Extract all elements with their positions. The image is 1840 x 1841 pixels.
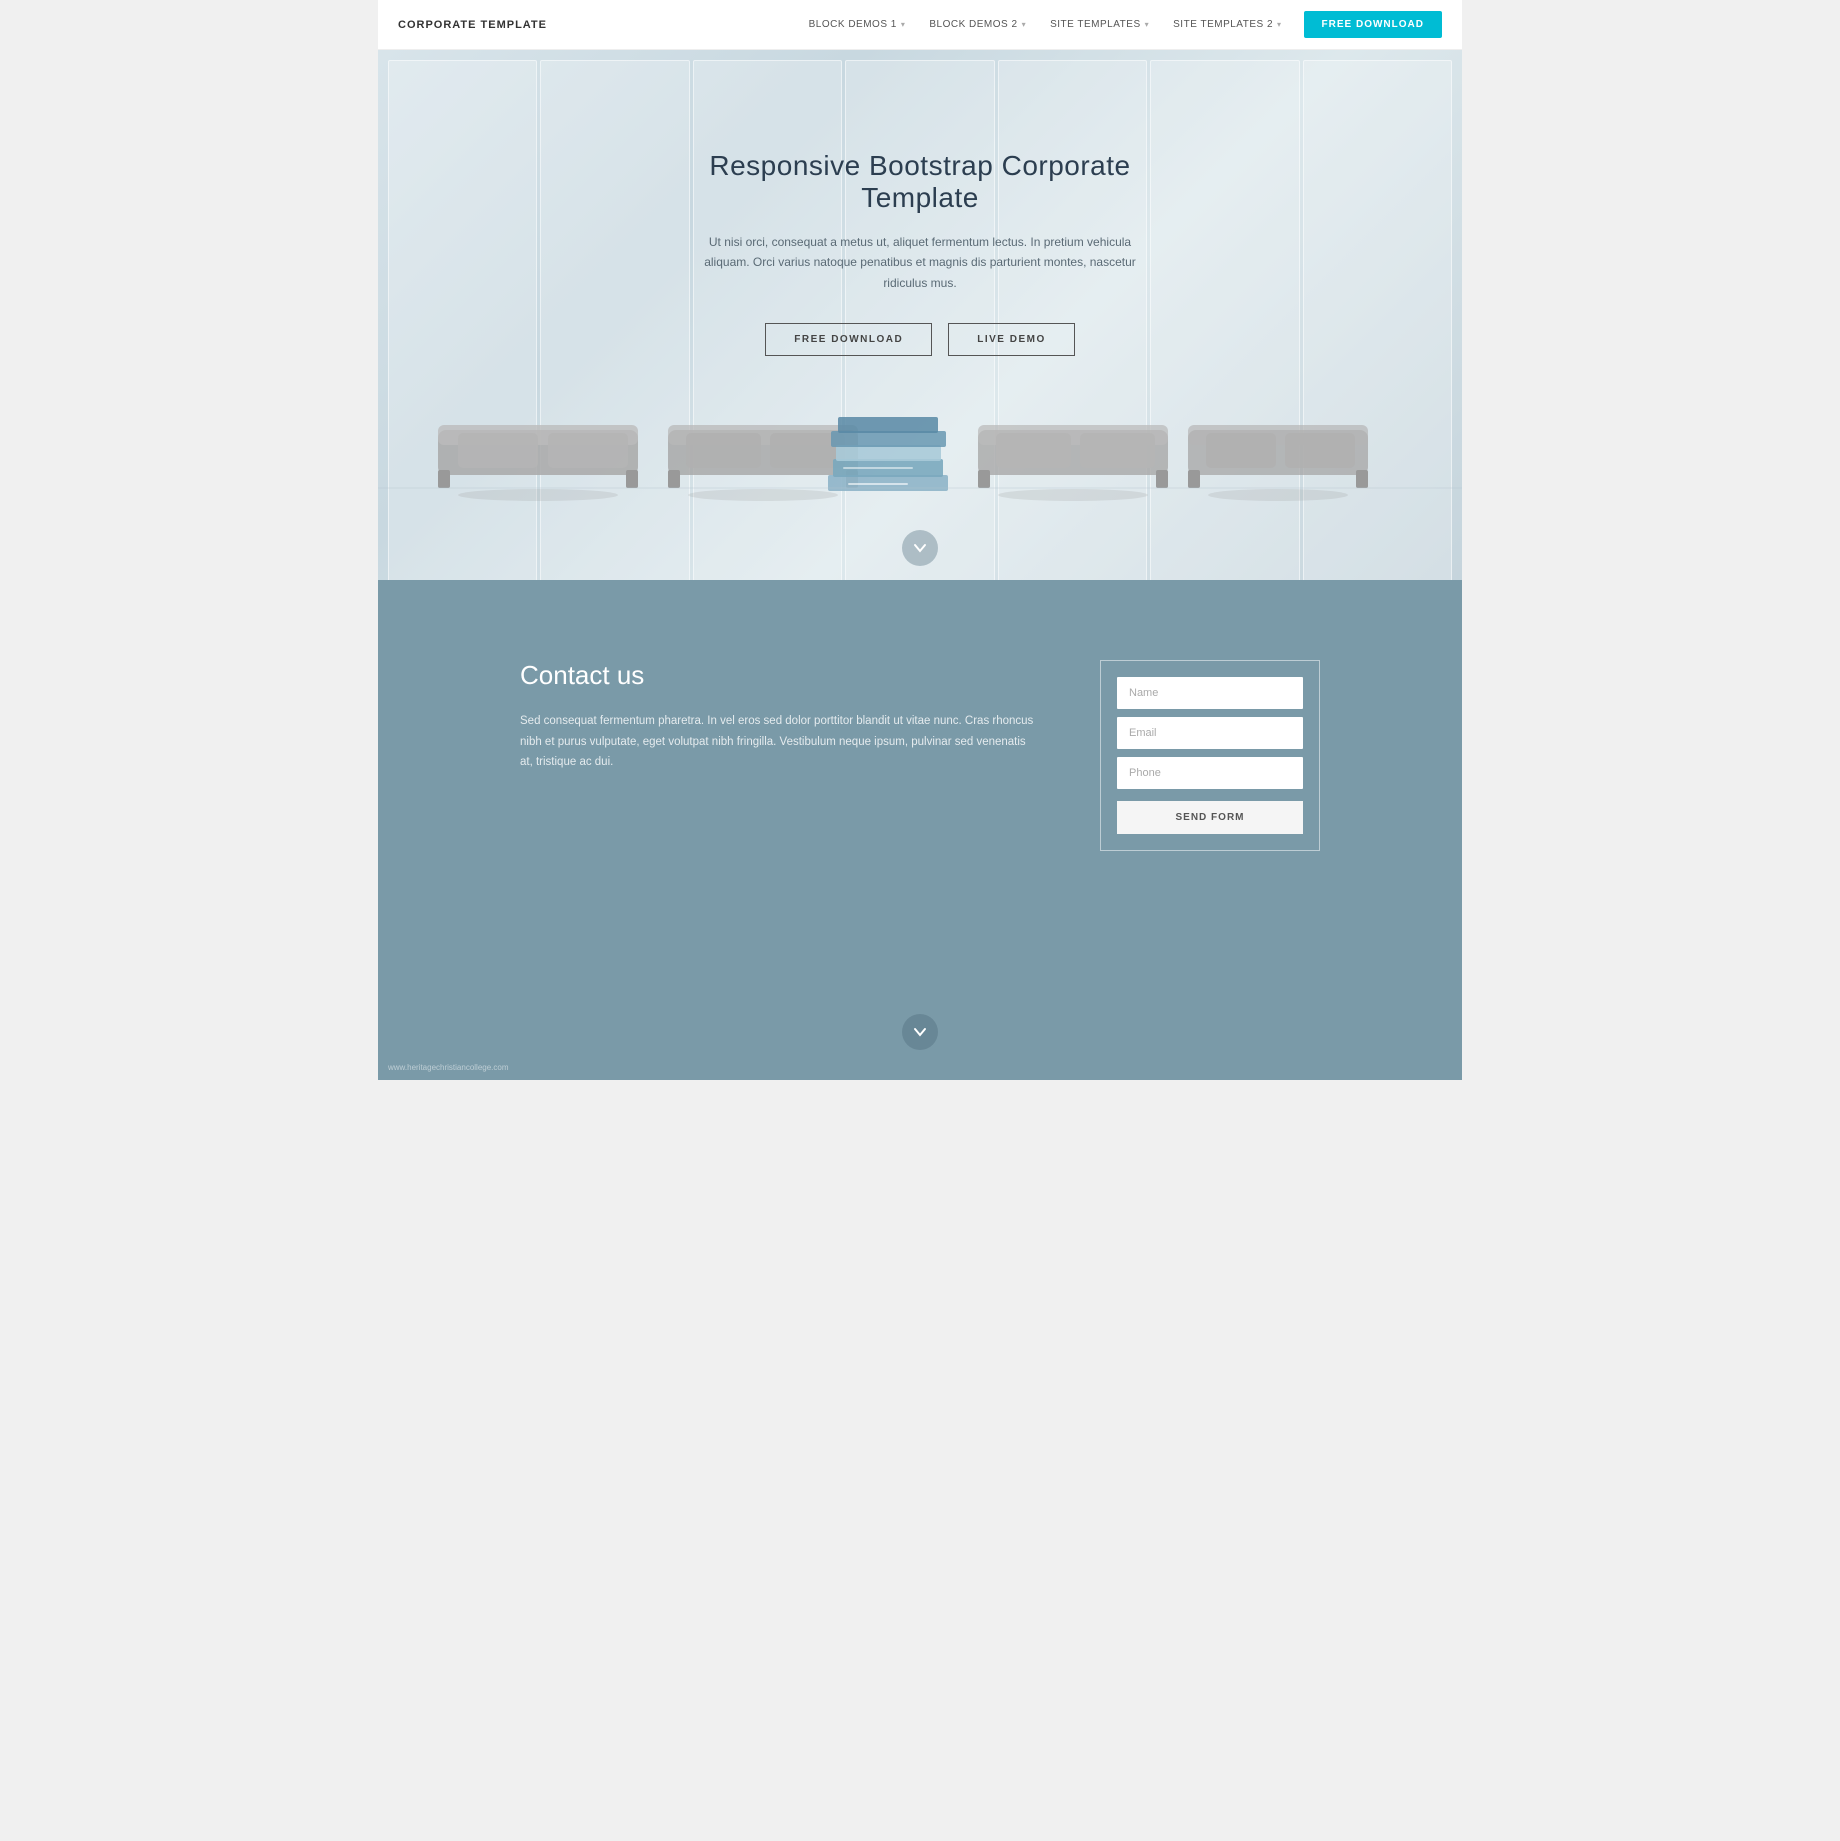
nav-links: BLOCK DEMOS 1 ▾ BLOCK DEMOS 2 ▾ SITE TEM…	[797, 0, 1442, 50]
email-input[interactable]	[1117, 717, 1303, 749]
hero-demo-button[interactable]: LIVE DEMO	[948, 323, 1075, 356]
hero-section: Responsive Bootstrap Corporate Template …	[378, 50, 1462, 580]
contact-title: Contact us	[520, 660, 1040, 691]
nav-item-site-templates-2[interactable]: SITE TEMPLATES 2 ▾	[1161, 0, 1293, 50]
hero-description: Ut nisi orci, consequat a metus ut, aliq…	[690, 232, 1150, 293]
chevron-down-icon: ▾	[1022, 20, 1027, 29]
contact-left: Contact us Sed consequat fermentum phare…	[520, 660, 1040, 773]
hero-title: Responsive Bootstrap Corporate Template	[650, 150, 1190, 214]
nav-label-site-templates: SITE TEMPLATES	[1050, 19, 1141, 30]
brand-logo: CORPORATE TEMPLATE	[398, 19, 547, 31]
hero-content: Responsive Bootstrap Corporate Template …	[650, 150, 1190, 356]
nav-item-site-templates[interactable]: SITE TEMPLATES ▾	[1038, 0, 1161, 50]
nav-item-block-demos-1[interactable]: BLOCK DEMOS 1 ▾	[797, 0, 918, 50]
hero-download-button[interactable]: FREE DOWNLOAD	[765, 323, 932, 356]
contact-form: SEND FORM	[1117, 677, 1303, 834]
hero-scroll-arrow[interactable]	[902, 530, 938, 566]
phone-input[interactable]	[1117, 757, 1303, 789]
nav-label-block-demos-1: BLOCK DEMOS 1	[809, 19, 897, 30]
navbar: CORPORATE TEMPLATE BLOCK DEMOS 1 ▾ BLOCK…	[378, 0, 1462, 50]
hero-buttons: FREE DOWNLOAD LIVE DEMO	[650, 323, 1190, 356]
contact-form-container: SEND FORM	[1100, 660, 1320, 851]
footer-url: www.heritagechristiancollege.com	[388, 1063, 509, 1072]
contact-inner: Contact us Sed consequat fermentum phare…	[520, 660, 1320, 851]
free-download-button[interactable]: FREE DOWNLOAD	[1304, 11, 1442, 38]
send-form-button[interactable]: SEND FORM	[1117, 801, 1303, 834]
contact-scroll-arrow[interactable]	[902, 1014, 938, 1050]
chevron-down-icon	[913, 1025, 927, 1039]
furniture-illustration	[378, 370, 1462, 530]
chevron-down-icon	[913, 541, 927, 555]
chevron-down-icon: ▾	[1277, 20, 1282, 29]
nav-item-block-demos-2[interactable]: BLOCK DEMOS 2 ▾	[917, 0, 1038, 50]
nav-label-block-demos-2: BLOCK DEMOS 2	[929, 19, 1017, 30]
chevron-down-icon: ▾	[901, 20, 906, 29]
chevron-down-icon: ▾	[1145, 20, 1150, 29]
nav-label-site-templates-2: SITE TEMPLATES 2	[1173, 19, 1273, 30]
name-input[interactable]	[1117, 677, 1303, 709]
contact-description: Sed consequat fermentum pharetra. In vel…	[520, 711, 1040, 773]
contact-section: Contact us Sed consequat fermentum phare…	[378, 580, 1462, 1080]
